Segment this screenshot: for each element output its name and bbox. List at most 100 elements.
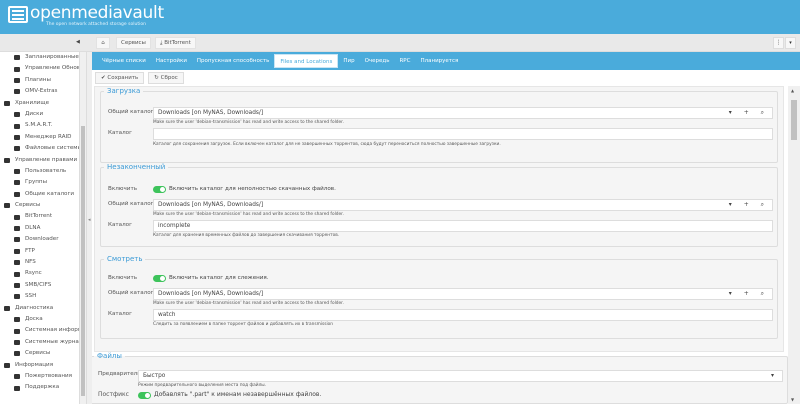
sidebar-item[interactable]: Управление правами доступа bbox=[0, 155, 79, 166]
select-actions-icons[interactable]: ▾ + ⌕ bbox=[729, 108, 769, 118]
sidebar-item[interactable]: S.M.A.R.T. bbox=[0, 120, 79, 131]
sidebar-item[interactable]: Информация bbox=[0, 360, 79, 371]
sidebar-item[interactable]: Группы bbox=[0, 177, 79, 188]
sidebar-item[interactable]: Сервисы bbox=[0, 200, 79, 211]
fieldset-legend: Файлы bbox=[97, 352, 122, 360]
directory-hint: Каталог для хранения временных файлов до… bbox=[153, 233, 340, 238]
sidebar-item[interactable]: Управление Обновлениями bbox=[0, 63, 79, 74]
sidebar-item[interactable]: Системные журналы bbox=[0, 337, 79, 348]
tab[interactable]: Очередь bbox=[360, 54, 395, 68]
preallocation-select[interactable]: Быстро ▾ bbox=[138, 370, 783, 382]
collapse-sidebar-icon[interactable]: ◀ bbox=[76, 39, 80, 45]
preallocation-hint: Режим предварительного выделения места п… bbox=[138, 383, 267, 388]
sidebar-item[interactable]: Доска bbox=[0, 314, 79, 325]
ftp-icon bbox=[14, 248, 20, 254]
diagnostics-icon bbox=[4, 305, 10, 311]
terminal-icon bbox=[14, 294, 20, 300]
directory-hint: Каталог для сохранения загрузок. Если вк… bbox=[153, 142, 501, 147]
shared-folder-hint: Make sure the user 'debian-transmission'… bbox=[153, 212, 344, 217]
sidebar-item[interactable]: Системная информация bbox=[0, 325, 79, 336]
sidebar-item-label: Сервисы bbox=[15, 202, 41, 209]
sidebar-item[interactable]: Пожертвования bbox=[0, 371, 79, 382]
enable-toggle[interactable] bbox=[153, 275, 166, 282]
breadcrumb-services[interactable]: Сервисы bbox=[116, 37, 151, 49]
rsync-icon bbox=[14, 271, 20, 277]
enable-text: Включить каталог для неполностью скачанн… bbox=[169, 186, 336, 192]
sidebar-item-label: Сервисы bbox=[25, 350, 51, 357]
sidebar-item[interactable]: Rsync bbox=[0, 268, 79, 279]
sidebar-item[interactable]: Пользователь bbox=[0, 166, 79, 177]
user-icon bbox=[14, 169, 20, 175]
directory-input[interactable] bbox=[153, 128, 773, 140]
sidebar-item-label: Rsync bbox=[25, 270, 42, 277]
sidebar-item-label: Пожертвования bbox=[25, 372, 73, 379]
shared-folder-select[interactable]: Downloads [on MyNAS, Downloads/] ▾ + ⌕ bbox=[153, 107, 773, 119]
sidebar: Запланированные задачи Управление Обновле… bbox=[0, 52, 80, 404]
sidebar-item[interactable]: OMV-Extras bbox=[0, 86, 79, 97]
sidebar-item[interactable]: Файловые системы bbox=[0, 143, 79, 154]
shared-folder-value: Downloads [on MyNAS, Downloads/] bbox=[158, 291, 264, 297]
sidebar-item[interactable]: BitTorrent bbox=[0, 211, 79, 222]
sidebar-item-label: Управление Обновлениями bbox=[25, 65, 80, 72]
services-icon bbox=[4, 203, 10, 209]
tab[interactable]: Чёрные списки bbox=[97, 54, 151, 68]
sidebar-item-label: Хранилище bbox=[15, 99, 50, 106]
content-scrollbar[interactable]: ▲ ▼ bbox=[788, 86, 800, 404]
sidebar-item-label: Менеджер RAID bbox=[25, 133, 72, 140]
shared-folder-select[interactable]: Downloads [on MyNAS, Downloads/] ▾ + ⌕ bbox=[153, 288, 773, 300]
breadcrumb-bittorrent[interactable]: ⤓ BitTorrent bbox=[155, 37, 196, 49]
directory-label: Каталог bbox=[108, 130, 133, 136]
sidebar-item-label: Информация bbox=[15, 361, 54, 368]
sidebar-item[interactable]: Плагины bbox=[0, 75, 79, 86]
directory-input[interactable]: watch bbox=[153, 309, 773, 321]
dlna-icon bbox=[14, 226, 20, 232]
postfix-toggle[interactable] bbox=[138, 392, 151, 399]
sidebar-item[interactable]: Общие каталоги bbox=[0, 189, 79, 200]
more-menu-button[interactable]: ⋮ bbox=[773, 37, 784, 49]
sidebar-item-label: Пользователь bbox=[25, 167, 67, 174]
sidebar-item[interactable]: Хранилище bbox=[0, 98, 79, 109]
log-icon bbox=[14, 339, 20, 345]
toolbar: ✔ Сохранить ↻ Сброс bbox=[92, 70, 788, 86]
chevron-down-icon[interactable]: ▾ bbox=[771, 371, 779, 381]
sidebar-item[interactable]: Диагностика bbox=[0, 303, 79, 314]
save-button[interactable]: ✔ Сохранить bbox=[95, 72, 145, 84]
directory-label: Каталог bbox=[108, 311, 133, 317]
shared-folder-hint: Make sure the user 'debian-transmission'… bbox=[153, 301, 344, 306]
enable-label: Включить bbox=[108, 275, 137, 281]
disk-icon bbox=[14, 112, 20, 118]
sidebar-item[interactable]: DLNA bbox=[0, 223, 79, 234]
sidebar-item[interactable]: SSH bbox=[0, 291, 79, 302]
select-actions-icons[interactable]: ▾ + ⌕ bbox=[729, 289, 769, 299]
tab[interactable]: RPC bbox=[394, 54, 415, 68]
directory-hint: Следить за появлением в папке торрент фа… bbox=[153, 322, 334, 327]
reset-button[interactable]: ↻ Сброс bbox=[148, 72, 184, 84]
enable-toggle[interactable] bbox=[153, 186, 166, 193]
logo-tagline: The open network attached storage soluti… bbox=[46, 22, 146, 27]
refresh-icon bbox=[14, 66, 20, 72]
app-header: openmediavault The open network attached… bbox=[0, 0, 800, 34]
tab[interactable]: Files and Locations bbox=[274, 54, 339, 68]
sidebar-item-label: Диагностика bbox=[15, 304, 54, 311]
sidebar-item[interactable]: Запланированные задачи bbox=[0, 52, 79, 63]
tab[interactable]: Пропускная способность bbox=[192, 54, 274, 68]
sidebar-item-label: Плагины bbox=[25, 76, 51, 83]
sidebar-item[interactable]: FTP bbox=[0, 246, 79, 257]
tab[interactable]: Планируется bbox=[415, 54, 463, 68]
sidebar-item[interactable]: Сервисы bbox=[0, 348, 79, 359]
tab[interactable]: Пир bbox=[338, 54, 359, 68]
sidebar-item[interactable]: Менеджер RAID bbox=[0, 132, 79, 143]
directory-input[interactable]: incomplete bbox=[153, 220, 773, 232]
sidebar-item[interactable]: SMB/CIFS bbox=[0, 280, 79, 291]
dropdown-button[interactable]: ▾ bbox=[785, 37, 796, 49]
sidebar-item[interactable]: Поддержка bbox=[0, 382, 79, 393]
save-label: Сохранить bbox=[107, 75, 139, 81]
tab[interactable]: Настройки bbox=[151, 54, 192, 68]
sidebar-item[interactable]: NFS bbox=[0, 257, 79, 268]
sidebar-item[interactable]: Downloader bbox=[0, 234, 79, 245]
sidebar-item-label: Файловые системы bbox=[25, 145, 80, 152]
home-button[interactable]: ⌂ bbox=[96, 37, 110, 49]
shared-folder-select[interactable]: Downloads [on MyNAS, Downloads/] ▾ + ⌕ bbox=[153, 199, 773, 211]
select-actions-icons[interactable]: ▾ + ⌕ bbox=[729, 200, 769, 210]
sidebar-item[interactable]: Диски bbox=[0, 109, 79, 120]
